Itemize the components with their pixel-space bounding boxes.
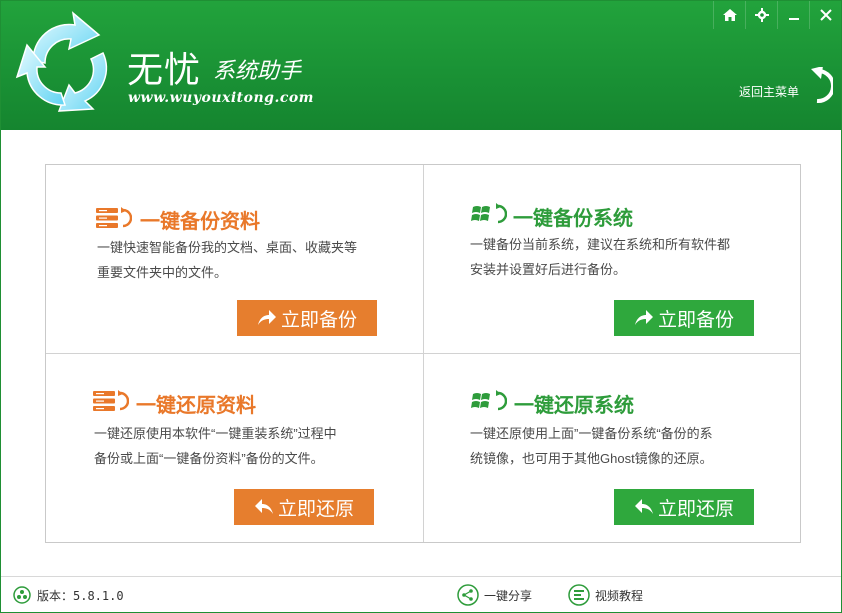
close-button[interactable] [809, 1, 841, 29]
home-icon [722, 9, 737, 21]
backup-system-card: 一键备份系统 一键备份当前系统，建议在系统和所有软件都 安装并设置好后进行备份。… [423, 165, 800, 353]
restore-system-card: 一键还原系统 一键还原使用上面”一键备份系统“备份的系 统镜像，也可用于其他Gh… [423, 354, 800, 542]
backup-data-desc-line1: 一键快速智能备份我的文档、桌面、收藏夹等 [97, 240, 358, 255]
backup-system-description: 一键备份当前系统，建议在系统和所有软件都 安装并设置好后进行备份。 [470, 232, 730, 282]
brand-name: 无忧 [127, 50, 202, 91]
share-arrow-icon [634, 310, 653, 325]
settings-button[interactable] [745, 1, 777, 29]
footer-bar: 版本：5.8.1.0 一键分享 视频教程 [1, 577, 841, 613]
share-icon [457, 584, 479, 606]
back-menu-label: 返回主菜单 [739, 85, 800, 99]
close-icon [819, 9, 832, 21]
home-button[interactable] [713, 1, 745, 29]
restore-data-title: 一键还原资料 [136, 395, 256, 417]
restore-data-button[interactable]: 立即还原 [234, 489, 374, 525]
window-controls [713, 1, 841, 29]
restore-system-button[interactable]: 立即还原 [614, 489, 754, 525]
back-arrow-icon [634, 499, 653, 514]
backup-data-button[interactable]: 立即备份 [237, 300, 377, 336]
restore-data-desc-line2: 备份或上面“一键备份资料”备份的文件。 [94, 451, 324, 466]
app-window: 无忧 系统助手 www.wuyouxitong.com 返回主菜单 一键备份资料… [0, 0, 842, 613]
app-small-logo-icon [13, 586, 31, 604]
minimize-icon [788, 18, 799, 20]
backup-data-button-label: 立即备份 [280, 309, 357, 331]
tutorial-icon [568, 584, 590, 606]
minimize-button[interactable] [777, 1, 809, 29]
backup-system-desc-line2: 安装并设置好后进行备份。 [470, 262, 627, 277]
backup-system-title: 一键备份系统 [513, 208, 633, 230]
logo-recycle-icon [15, 11, 108, 112]
backup-data-title: 一键备份资料 [140, 211, 260, 233]
brand-subtitle: 系统助手 [213, 59, 302, 84]
data-stack-icon [96, 207, 132, 228]
restore-data-card: 一键还原资料 一键还原使用本软件“一键重装系统”过程中 备份或上面“一键备份资料… [46, 354, 423, 542]
backup-data-description: 一键快速智能备份我的文档、桌面、收藏夹等 重要文件夹中的文件。 [97, 235, 357, 285]
windows-logo-icon [471, 203, 507, 224]
restore-data-button-label: 立即还原 [277, 498, 354, 520]
brand-url: www.wuyouxitong.com [128, 90, 314, 106]
data-stack-icon [93, 390, 129, 411]
share-label: 一键分享 [484, 588, 533, 603]
restore-system-description: 一键还原使用上面”一键备份系统“备份的系 统镜像，也可用于其他Ghost镜像的还… [470, 421, 713, 471]
tutorial-label: 视频教程 [595, 588, 644, 603]
back-to-main-menu-button[interactable]: 返回主菜单 [739, 67, 834, 107]
version-info: 版本：5.8.1.0 [13, 586, 124, 604]
header-bar: 无忧 系统助手 www.wuyouxitong.com 返回主菜单 [1, 1, 841, 130]
restore-system-desc-line2: 统镜像，也可用于其他Ghost镜像的还原。 [470, 451, 713, 466]
gear-icon [754, 8, 769, 22]
restore-system-button-label: 立即还原 [657, 498, 734, 520]
feature-grid: 一键备份资料 一键快速智能备份我的文档、桌面、收藏夹等 重要文件夹中的文件。 立… [45, 164, 801, 543]
backup-system-button-label: 立即备份 [657, 309, 734, 331]
restore-system-desc-line1: 一键还原使用上面”一键备份系统“备份的系 [470, 426, 713, 441]
restore-data-description: 一键还原使用本软件“一键重装系统”过程中 备份或上面“一键备份资料”备份的文件。 [94, 421, 337, 471]
back-arrow-icon [254, 499, 273, 514]
restore-system-title: 一键还原系统 [514, 395, 634, 417]
version-text: 版本：5.8.1.0 [37, 588, 124, 603]
backup-system-desc-line1: 一键备份当前系统，建议在系统和所有软件都 [470, 237, 731, 252]
curved-back-arrow-icon [811, 67, 833, 104]
backup-system-button[interactable]: 立即备份 [614, 300, 754, 336]
video-tutorial-link[interactable]: 视频教程 [568, 584, 643, 606]
backup-data-desc-line2: 重要文件夹中的文件。 [97, 265, 228, 280]
backup-data-card: 一键备份资料 一键快速智能备份我的文档、桌面、收藏夹等 重要文件夹中的文件。 立… [46, 165, 423, 353]
share-arrow-icon [257, 310, 276, 325]
restore-data-desc-line1: 一键还原使用本软件“一键重装系统”过程中 [94, 426, 337, 441]
windows-logo-icon [471, 390, 507, 411]
share-link[interactable]: 一键分享 [457, 584, 532, 606]
